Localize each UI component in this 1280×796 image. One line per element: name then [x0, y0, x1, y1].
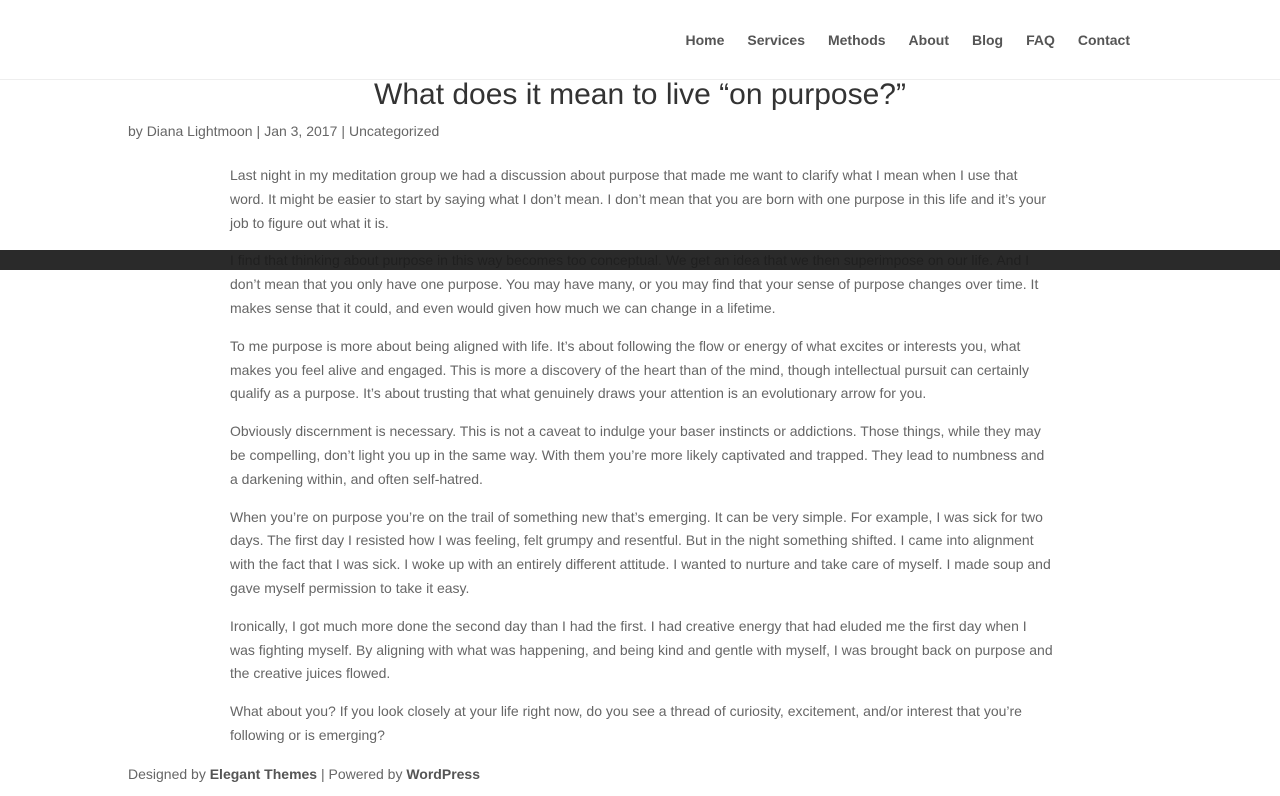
post-date: Jan 3, 2017	[264, 123, 338, 139]
nav-about-link[interactable]: About	[909, 31, 949, 49]
post-meta: by Diana Lightmoon | Jan 3, 2017 | Uncategor…	[128, 122, 439, 140]
nav-contact-link[interactable]: Contact	[1078, 31, 1130, 49]
post-content: Last night in my meditation group we had…	[230, 164, 1054, 762]
meta-separator: |	[341, 123, 345, 139]
main-nav: Home Services Methods About Blog FAQ Con…	[685, 31, 1130, 49]
post-paragraph: To me purpose is more about being aligne…	[230, 337, 1029, 402]
post-paragraph: I find that thinking about purpose in th…	[230, 252, 1039, 316]
footer-powered-by: Powered by	[328, 766, 403, 782]
site-header: Home Services Methods About Blog FAQ Con…	[0, 0, 1280, 80]
category-link[interactable]: Uncategorized	[349, 123, 439, 139]
nav-blog-link[interactable]: Blog	[972, 31, 1003, 49]
nav-methods-link[interactable]: Methods	[828, 31, 886, 49]
footer-platform-link[interactable]: WordPress	[406, 766, 480, 782]
post-paragraph: Ironically, I got much more done the sec…	[230, 617, 1053, 682]
nav-faq-link[interactable]: FAQ	[1026, 31, 1055, 49]
site-footer: Designed by Elegant Themes | Powered by …	[128, 765, 480, 783]
meta-separator: |	[256, 123, 261, 139]
nav-home-link[interactable]: Home	[685, 31, 724, 49]
post-paragraph: Obviously discernment is necessary. This…	[230, 423, 1045, 487]
post-paragraph: When you’re on purpose you’re on the tra…	[230, 508, 1051, 596]
post-title: What does it mean to live “on purpose?”	[374, 78, 906, 111]
footer-separator: |	[320, 766, 325, 782]
meta-by-label: by	[128, 123, 143, 139]
footer-theme-link[interactable]: Elegant Themes	[210, 766, 317, 782]
nav-services-link[interactable]: Services	[747, 31, 805, 49]
post-paragraph: What about you? If you look closely at y…	[230, 703, 1022, 743]
author-link[interactable]: Diana Lightmoon	[147, 123, 253, 139]
footer-designed-by: Designed by	[128, 766, 206, 782]
post-paragraph: Last night in my meditation group we had…	[230, 167, 1047, 231]
